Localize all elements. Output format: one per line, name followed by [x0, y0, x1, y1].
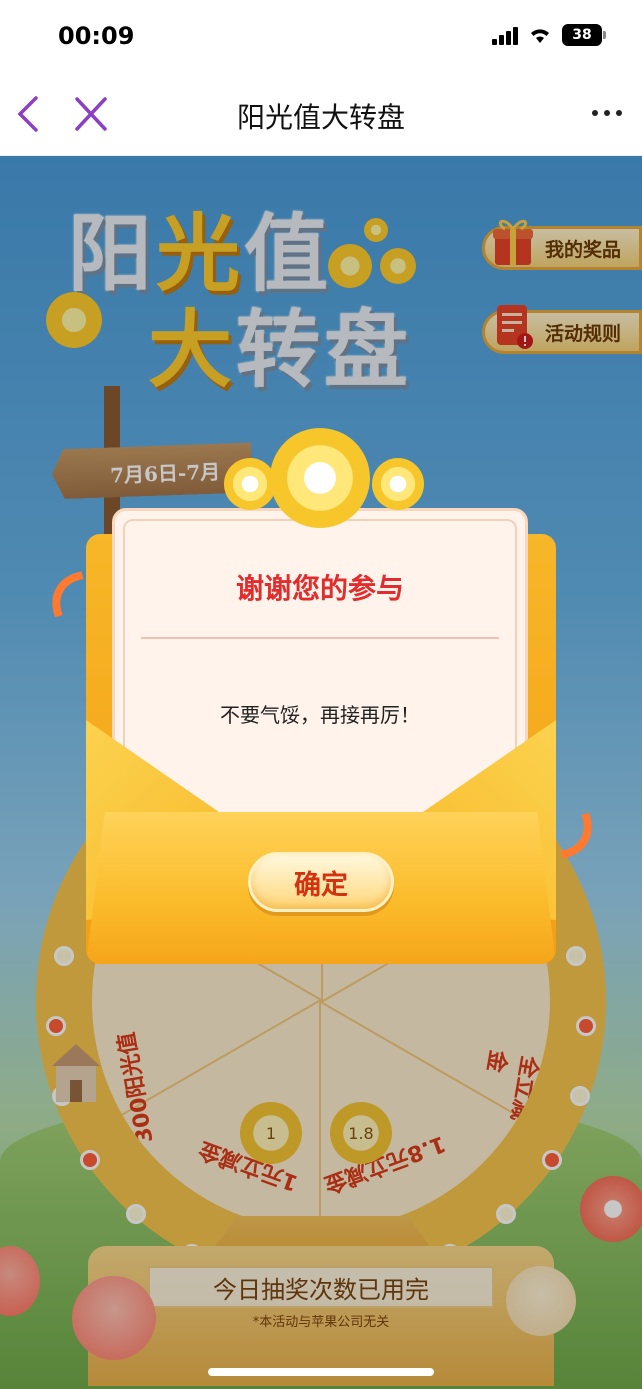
status-icons: 38 [492, 24, 606, 46]
status-time: 00:09 [58, 22, 135, 50]
modal-divider [141, 637, 499, 639]
home-indicator[interactable] [208, 1368, 434, 1376]
status-bar: 00:09 38 [0, 0, 642, 72]
page-title: 阳光值大转盘 [236, 101, 405, 134]
modal-message: 不要气馁，再接再厉！ [220, 703, 420, 727]
battery-icon: 38 [562, 24, 606, 46]
cellular-signal-icon [492, 25, 518, 45]
medal-left-icon [224, 458, 276, 510]
medal-right-icon [372, 458, 424, 510]
confirm-button[interactable]: 确定 [248, 852, 394, 912]
nav-bar: 阳光值大转盘 [0, 72, 642, 156]
medal-center-icon [270, 428, 370, 528]
card-border [123, 519, 517, 825]
modal-title: 谢谢您的参与 [235, 572, 404, 605]
wifi-icon [531, 29, 549, 43]
more-dots-icon[interactable] [592, 110, 622, 116]
result-card: 谢谢您的参与 不要气馁，再接再厉！ [112, 508, 528, 828]
